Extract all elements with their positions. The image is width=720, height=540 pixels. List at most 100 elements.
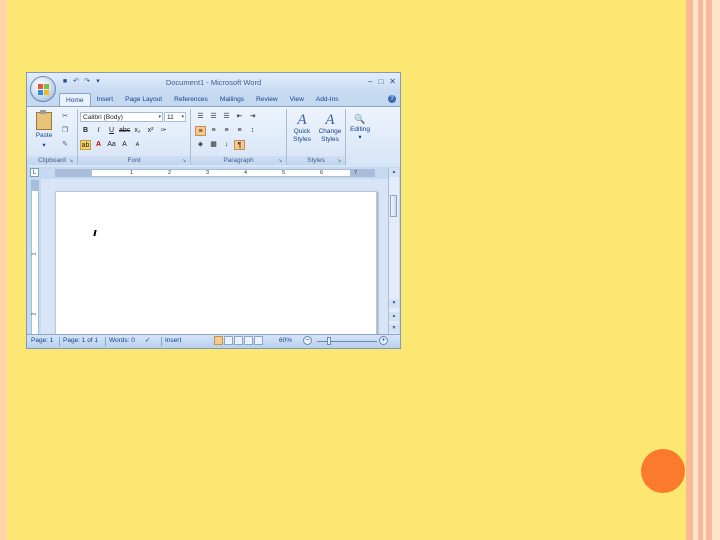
paste-icon (36, 110, 52, 130)
document-area (41, 179, 389, 335)
paste-label: Paste (35, 132, 53, 139)
outline-view-icon[interactable] (244, 336, 253, 345)
bold-button[interactable]: B (80, 126, 91, 136)
align-center-icon[interactable]: ≡ (208, 126, 219, 136)
status-word-count[interactable]: Words: 0 (109, 335, 135, 347)
cut-icon[interactable]: ✂ (61, 113, 69, 121)
tab-add-ins[interactable]: Add-Ins (310, 93, 345, 106)
font-name-value: Calibri (Body) (83, 114, 123, 121)
sort-icon[interactable]: ↓ (221, 140, 232, 150)
vertical-ruler[interactable]: 1 2 (31, 180, 39, 335)
tab-insert[interactable]: Insert (91, 93, 120, 106)
strikethrough-button[interactable]: abc (119, 126, 130, 136)
font-name-dropdown-icon[interactable]: ▾ (158, 113, 161, 122)
zoom-in-icon[interactable]: + (379, 336, 388, 345)
change-styles-label-2: Styles (321, 136, 339, 143)
paragraph-launcher-icon[interactable]: ↘ (278, 158, 284, 164)
font-name-box[interactable]: Calibri (Body) ▾ (80, 112, 163, 122)
clipboard-launcher-icon[interactable]: ↘ (69, 158, 75, 164)
paste-button[interactable]: Paste ▾ (33, 110, 55, 149)
tab-page-layout[interactable]: Page Layout (119, 93, 168, 106)
status-divider (59, 337, 60, 346)
paste-dropdown-arrow[interactable]: ▾ (33, 141, 55, 149)
tab-view[interactable]: View (284, 93, 310, 106)
copy-icon[interactable]: ❐ (61, 127, 69, 135)
grow-font-button[interactable]: A (119, 140, 130, 150)
font-group-label: Font (78, 156, 190, 165)
slide-right-stripe (686, 0, 693, 540)
zoom-level[interactable]: 60% (279, 335, 292, 347)
shading-icon[interactable]: ◈ (195, 140, 206, 150)
print-layout-view-icon[interactable] (214, 336, 223, 345)
zoom-out-icon[interactable]: − (303, 336, 312, 345)
underline-button[interactable]: U (106, 126, 117, 136)
font-size-value: 11 (167, 114, 174, 121)
document-page[interactable] (55, 191, 377, 335)
tab-mailings[interactable]: Mailings (214, 93, 250, 106)
close-button[interactable]: ✕ (389, 77, 396, 86)
proofing-icon[interactable]: ✓ (145, 335, 150, 347)
tab-review[interactable]: Review (250, 93, 284, 106)
quick-styles-button[interactable]: A Quick Styles (287, 112, 317, 144)
scroll-down-icon[interactable]: ▼ (389, 299, 399, 308)
scroll-thumb[interactable] (390, 195, 397, 217)
previous-page-icon[interactable]: ▲ (389, 312, 399, 321)
full-screen-reading-view-icon[interactable] (224, 336, 233, 345)
text-cursor (93, 230, 97, 236)
help-icon[interactable]: ? (388, 95, 396, 103)
ruler-number: 2 (168, 170, 172, 176)
increase-indent-icon[interactable]: ⇥ (247, 112, 258, 122)
font-color-button[interactable]: A (93, 140, 104, 150)
tab-selector[interactable]: L (30, 168, 39, 177)
font-launcher-icon[interactable]: ↘ (182, 158, 188, 164)
shrink-font-button[interactable]: A (132, 140, 143, 150)
change-styles-button[interactable]: A Change Styles (315, 112, 345, 144)
paragraph-group: ☰ ☰ ☰ ⇤ ⇥ ≡ ≡ ≡ ≡ ↕ ◈ ▦ ↓ ¶ Paragraph ↘ (191, 109, 287, 165)
web-layout-view-icon[interactable] (234, 336, 243, 345)
vertical-scrollbar[interactable]: ▲ ▼ ▲ ▼ (388, 168, 399, 335)
status-page[interactable]: Page: 1 (31, 335, 53, 347)
editing-dropdown-icon[interactable]: ▾ (345, 134, 375, 142)
zoom-slider-track[interactable] (317, 341, 377, 342)
font-size-box[interactable]: 11 ▾ (164, 112, 186, 122)
styles-launcher-icon[interactable]: ↘ (337, 158, 343, 164)
draft-view-icon[interactable] (254, 336, 263, 345)
numbering-icon[interactable]: ☰ (208, 112, 219, 122)
editing-group: 🔍 Editing ▾ (346, 109, 374, 165)
borders-icon[interactable]: ▦ (208, 140, 219, 150)
next-page-icon[interactable]: ▼ (389, 324, 399, 333)
superscript-button[interactable]: x² (145, 126, 156, 136)
bullets-icon[interactable]: ☰ (195, 112, 206, 122)
highlight-color-button[interactable]: ab (80, 140, 91, 150)
horizontal-ruler[interactable]: 1 2 3 4 5 6 7 (55, 169, 375, 177)
status-page-of[interactable]: Page: 1 of 1 (63, 335, 98, 347)
change-case-button[interactable]: Aa (106, 140, 117, 150)
italic-button[interactable]: I (93, 126, 104, 136)
decrease-indent-icon[interactable]: ⇤ (234, 112, 245, 122)
font-size-dropdown-icon[interactable]: ▾ (181, 113, 184, 122)
minimize-button[interactable]: – (368, 77, 372, 86)
subscript-button[interactable]: x₂ (132, 126, 143, 136)
zoom-slider-thumb[interactable] (327, 337, 331, 345)
view-buttons (214, 336, 263, 345)
ruler-left-margin (56, 170, 92, 176)
align-left-icon[interactable]: ≡ (195, 126, 206, 136)
tab-home[interactable]: Home (59, 93, 91, 106)
font-color-row: ab A Aa A A (80, 140, 143, 150)
format-painter-icon[interactable]: ✎ (61, 141, 69, 149)
show-formatting-icon[interactable]: ¶ (234, 140, 245, 150)
scroll-up-icon[interactable]: ▲ (389, 168, 399, 177)
clear-formatting-button[interactable]: ✑ (158, 126, 169, 136)
editing-icon: 🔍 (354, 114, 366, 124)
status-insert-mode[interactable]: Insert (165, 335, 181, 347)
align-right-icon[interactable]: ≡ (221, 126, 232, 136)
tab-references[interactable]: References (168, 93, 214, 106)
office-button[interactable] (30, 76, 56, 102)
maximize-button[interactable]: □ (378, 77, 383, 86)
quick-styles-icon: A (297, 112, 307, 128)
justify-icon[interactable]: ≡ (234, 126, 245, 136)
alignment-row: ≡ ≡ ≡ ≡ ↕ (195, 126, 258, 136)
editing-button[interactable]: 🔍 Editing ▾ (345, 112, 375, 142)
line-spacing-icon[interactable]: ↕ (247, 126, 258, 136)
multilevel-list-icon[interactable]: ☰ (221, 112, 232, 122)
